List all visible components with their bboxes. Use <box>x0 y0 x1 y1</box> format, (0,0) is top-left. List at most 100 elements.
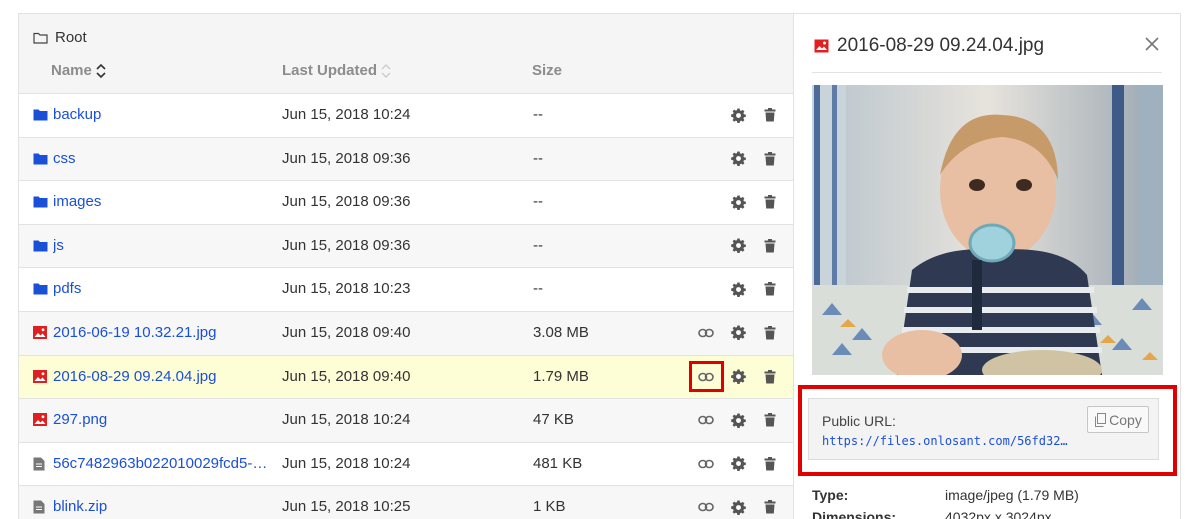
column-header-updated[interactable]: Last Updated <box>282 62 391 79</box>
delete-button[interactable] <box>761 455 779 473</box>
file-name-link[interactable]: 297.png <box>53 411 107 428</box>
file-type-icon <box>33 239 48 253</box>
breadcrumb[interactable]: Root <box>33 29 87 46</box>
table-row[interactable]: pdfs Jun 15, 2018 10:23 -- <box>19 268 793 312</box>
settings-button[interactable] <box>729 368 747 386</box>
delete-button[interactable] <box>761 280 779 298</box>
delete-button[interactable] <box>761 411 779 429</box>
preview-title: 2016-08-29 09.24.04.jpg <box>814 35 1044 57</box>
file-size: 1.79 MB <box>533 367 589 385</box>
file-name-link[interactable]: 2016-08-29 09.24.04.jpg <box>53 368 216 385</box>
settings-button[interactable] <box>729 193 747 211</box>
file-size: 1 KB <box>533 498 566 516</box>
image-file-icon <box>33 369 47 383</box>
file-size: -- <box>533 280 543 298</box>
folder-icon <box>33 109 48 121</box>
file-name-link[interactable]: css <box>53 150 76 167</box>
column-header-size[interactable]: Size <box>532 62 562 79</box>
link-button[interactable] <box>697 411 715 429</box>
gear-icon <box>730 369 746 385</box>
table-row[interactable]: 2016-06-19 10.32.21.jpg Jun 15, 2018 09:4… <box>19 311 793 356</box>
file-updated: Jun 15, 2018 09:40 <box>282 323 411 341</box>
copy-button[interactable]: Copy <box>1087 406 1149 433</box>
folder-outline-icon <box>33 32 48 44</box>
link-button[interactable] <box>697 324 715 342</box>
table-row[interactable]: blink.zip Jun 15, 2018 10:25 1 KB <box>19 486 793 519</box>
file-type-icon <box>33 369 48 384</box>
settings-button[interactable] <box>729 455 747 473</box>
gear-icon <box>730 107 746 123</box>
file-name-link[interactable]: images <box>53 193 101 210</box>
file-size: 3.08 MB <box>533 323 589 341</box>
image-file-icon <box>33 325 47 339</box>
table-row[interactable]: js Jun 15, 2018 09:36 -- <box>19 224 793 269</box>
file-size: -- <box>533 149 543 167</box>
file-preview-panel: 2016-08-29 09.24.04.jpg Public URL: http… <box>793 13 1181 519</box>
settings-button[interactable] <box>729 324 747 342</box>
link-icon <box>698 415 714 425</box>
table-row[interactable]: 56c7482963b022010029fcd5-5… Jun 15, 2018 … <box>19 442 793 487</box>
file-updated: Jun 15, 2018 10:24 <box>282 454 411 472</box>
file-type-icon <box>33 413 48 427</box>
close-icon[interactable] <box>1144 36 1160 52</box>
trash-icon <box>764 500 776 514</box>
file-updated: Jun 15, 2018 09:36 <box>282 236 411 254</box>
file-updated: Jun 15, 2018 10:23 <box>282 280 411 298</box>
link-button[interactable] <box>697 455 715 473</box>
table-row[interactable]: images Jun 15, 2018 09:36 -- <box>19 181 793 225</box>
settings-button[interactable] <box>729 150 747 168</box>
file-name-link[interactable]: js <box>53 237 64 254</box>
table-row[interactable]: backup Jun 15, 2018 10:24 -- <box>19 94 793 138</box>
gear-icon <box>730 325 746 341</box>
image-file-icon <box>33 413 47 427</box>
settings-button[interactable] <box>729 411 747 429</box>
delete-button[interactable] <box>761 324 779 342</box>
delete-button[interactable] <box>761 106 779 124</box>
gear-icon <box>730 195 746 210</box>
public-url-label: Public URL: <box>822 413 896 429</box>
link-button[interactable] <box>697 498 715 516</box>
file-updated: Jun 15, 2018 10:24 <box>282 411 411 429</box>
gear-icon <box>730 413 746 428</box>
table-row[interactable]: 297.png Jun 15, 2018 10:24 47 KB <box>19 399 793 443</box>
settings-button[interactable] <box>729 280 747 298</box>
column-header-name[interactable]: Name <box>51 62 106 79</box>
table-row[interactable]: css Jun 15, 2018 09:36 -- <box>19 137 793 182</box>
file-name-link[interactable]: blink.zip <box>53 498 107 515</box>
document-icon <box>33 500 45 514</box>
folder-icon <box>33 283 48 295</box>
trash-icon <box>764 413 776 427</box>
document-icon <box>33 457 45 471</box>
trash-icon <box>764 195 776 209</box>
delete-button[interactable] <box>761 498 779 516</box>
file-type-icon <box>33 500 48 514</box>
settings-button[interactable] <box>729 106 747 124</box>
settings-button[interactable] <box>729 237 747 255</box>
delete-button[interactable] <box>761 237 779 255</box>
public-url-box: Public URL: https://files.onlosant.com/5… <box>808 398 1159 460</box>
file-name-link[interactable]: backup <box>53 106 101 123</box>
file-name-link[interactable]: 2016-06-19 10.32.21.jpg <box>53 324 216 341</box>
file-updated: Jun 15, 2018 09:36 <box>282 149 411 167</box>
file-name-link[interactable]: pdfs <box>53 280 81 297</box>
public-url-link[interactable]: https://files.onlosant.com/56fd32… <box>822 434 1068 448</box>
gear-icon <box>730 500 746 515</box>
file-name-link[interactable]: 56c7482963b022010029fcd5-5… <box>53 455 275 472</box>
settings-button[interactable] <box>729 498 747 516</box>
file-updated: Jun 15, 2018 09:40 <box>282 367 411 385</box>
file-browser-panel: Root Name Last Updated Size backup Jun 15… <box>18 13 793 519</box>
meta-value: 4032px x 3024px <box>945 509 1052 519</box>
file-type-icon <box>33 108 48 122</box>
delete-button[interactable] <box>761 150 779 168</box>
trash-icon <box>764 151 776 166</box>
meta-value: image/jpeg (1.79 MB) <box>945 487 1079 503</box>
file-size: -- <box>533 193 543 211</box>
folder-icon <box>33 196 48 208</box>
table-row[interactable]: 2016-08-29 09.24.04.jpg Jun 15, 2018 09:4… <box>19 355 793 400</box>
delete-button[interactable] <box>761 368 779 386</box>
trash-icon <box>764 108 776 122</box>
link-icon <box>698 503 714 512</box>
delete-button[interactable] <box>761 193 779 211</box>
breadcrumb-root-label: Root <box>55 29 87 46</box>
meta-key: Dimensions: <box>812 509 897 519</box>
